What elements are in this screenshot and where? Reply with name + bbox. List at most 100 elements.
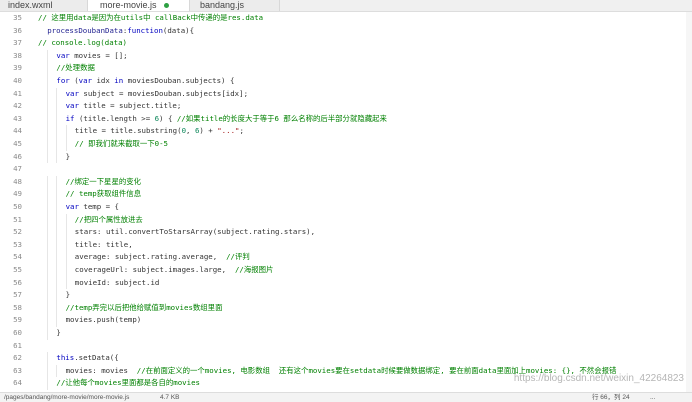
code-text: // temp获取组件信息 bbox=[66, 188, 142, 200]
code-text: //处理数据 bbox=[56, 62, 94, 74]
code-line[interactable]: 52 stars: util.convertToStarsArray(subjec… bbox=[0, 226, 692, 239]
line-number: 51 bbox=[13, 214, 22, 224]
indent-guide bbox=[56, 201, 58, 214]
code-text: // 这里用data是因为在utils中 callBack中传递的是res.da… bbox=[38, 12, 263, 24]
line-number: 36 bbox=[13, 25, 22, 35]
line-number: 45 bbox=[13, 139, 22, 148]
code-line[interactable]: 46} bbox=[0, 150, 692, 164]
code-token: coverageUrl: subject.images.large, bbox=[74, 265, 235, 274]
code-line[interactable]: 58 //temp弄完以后把他给赋值到movies数组里面 bbox=[0, 301, 692, 315]
code-editor[interactable]: 35 // 这里用data是因为在utils中 callBack中传递的是res.… bbox=[0, 12, 692, 392]
code-line[interactable]: 57} bbox=[0, 289, 692, 302]
code-line[interactable]: 47 bbox=[0, 163, 692, 175]
code-token: } bbox=[65, 290, 71, 300]
code-line[interactable]: 54 average: subject.rating.average, //评判 bbox=[0, 251, 692, 264]
code-token: title = subject.title; bbox=[78, 101, 182, 111]
line-number: 38 bbox=[13, 50, 22, 60]
code-line[interactable]: 61 bbox=[0, 340, 692, 352]
line-number: 35 bbox=[13, 13, 22, 22]
code-token: processDoubanData bbox=[47, 25, 123, 35]
tab-label: more-movie.js bbox=[100, 0, 157, 10]
code-line[interactable]: 48 //绑定一下星星的变化 bbox=[0, 175, 692, 189]
indent-guide bbox=[56, 276, 58, 290]
indent-guide bbox=[65, 213, 67, 227]
indent-guide bbox=[47, 264, 49, 277]
line-number: 57 bbox=[13, 290, 22, 300]
code-text: coverageUrl: subject.images.large, //海报图… bbox=[75, 264, 274, 276]
code-text: // console.log(data) bbox=[38, 37, 127, 49]
code-text: } bbox=[56, 327, 60, 339]
code-token: movies.push(temp) bbox=[65, 315, 142, 325]
code-token: title: title, bbox=[74, 239, 133, 249]
code-line[interactable]: 53 title: title, bbox=[0, 238, 692, 252]
line-number: 58 bbox=[13, 302, 22, 312]
indent-guide bbox=[47, 188, 49, 201]
code-line[interactable]: 37 // console.log(data) bbox=[0, 37, 692, 49]
indent-guide bbox=[56, 226, 58, 239]
indent-guide bbox=[65, 251, 67, 264]
tab-bandang-js[interactable]: bandang.js bbox=[190, 0, 280, 11]
code-text: for (var idx in moviesDouban.subjects) { bbox=[56, 75, 234, 87]
code-token: if bbox=[65, 113, 75, 123]
indent-guide bbox=[56, 125, 58, 138]
indent-guide bbox=[65, 264, 67, 277]
line-number: 59 bbox=[13, 315, 22, 325]
indent-guide bbox=[47, 377, 49, 390]
indent-guide bbox=[47, 251, 49, 264]
code-text: processDoubanData:function(data){ bbox=[47, 25, 194, 37]
code-line[interactable]: 36 processDoubanData:function(data){ bbox=[0, 25, 692, 37]
line-number: 46 bbox=[13, 151, 22, 161]
code-token: var bbox=[65, 88, 79, 98]
code-line[interactable]: 40 for (var idx in moviesDouban.subjects)… bbox=[0, 75, 692, 88]
code-text: //让他每个movies里面都是各自的movies bbox=[56, 377, 200, 389]
code-token: movieId: subject.id bbox=[74, 277, 160, 287]
indent-guide bbox=[47, 49, 49, 63]
vertical-scrollbar[interactable] bbox=[686, 12, 692, 392]
code-line[interactable]: 51 //把四个属性放进去 bbox=[0, 213, 692, 227]
code-text: var title = subject.title; bbox=[66, 100, 182, 112]
line-number: 54 bbox=[13, 252, 22, 262]
code-token: (title.length >= bbox=[74, 113, 155, 123]
code-token: idx bbox=[92, 76, 115, 85]
code-line[interactable]: 44 title = title.substring(0, 6) + "..."; bbox=[0, 125, 692, 138]
indent-guide bbox=[56, 175, 58, 189]
code-line[interactable]: 43 if (title.length >= 6) { //如果title的长度大… bbox=[0, 112, 692, 126]
code-line[interactable]: 49 // temp获取组件信息 bbox=[0, 188, 692, 201]
line-number: 41 bbox=[13, 88, 22, 98]
code-token: var bbox=[65, 101, 79, 111]
code-line[interactable]: 62 this.setData({ bbox=[0, 352, 692, 365]
code-text: var temp = { bbox=[66, 201, 119, 213]
code-line[interactable]: 56 movieId: subject.id bbox=[0, 276, 692, 290]
code-token: } bbox=[65, 151, 71, 161]
code-line[interactable]: 38 var movies = []; bbox=[0, 49, 692, 63]
indent-guide bbox=[47, 75, 49, 88]
indent-guide bbox=[47, 175, 49, 189]
code-line[interactable]: 55 coverageUrl: subject.images.large, //海… bbox=[0, 264, 692, 277]
line-number: 64 bbox=[13, 378, 22, 388]
code-line[interactable]: 41 var subject = moviesDouban.subjects[id… bbox=[0, 87, 692, 101]
code-text: var movies = []; bbox=[56, 50, 127, 62]
code-token: this bbox=[56, 353, 75, 363]
indent-guide bbox=[47, 226, 49, 239]
indent-guide bbox=[56, 238, 58, 252]
code-text: movieId: subject.id bbox=[75, 277, 160, 289]
code-line[interactable]: 60} bbox=[0, 327, 692, 340]
code-token: moviesDouban.subjects) { bbox=[123, 76, 235, 85]
tab-more-movie-js[interactable]: more-movie.js bbox=[88, 0, 190, 11]
code-token: //如果title的长度大于等于6 那么名称的后半部分就隐藏起来 bbox=[176, 113, 387, 123]
code-line[interactable]: 50 var temp = { bbox=[0, 201, 692, 214]
code-line[interactable]: 39 //处理数据 bbox=[0, 62, 692, 75]
line-number: 60 bbox=[13, 328, 22, 337]
line-number: 39 bbox=[13, 63, 22, 73]
tab-index-wxml[interactable]: index.wxml bbox=[0, 0, 88, 11]
indent-guide bbox=[47, 112, 49, 126]
code-line[interactable]: 35 // 这里用data是因为在utils中 callBack中传递的是res.… bbox=[0, 12, 692, 24]
indent-guide bbox=[47, 87, 49, 101]
code-line[interactable]: 45 // 即我们就来截取一下0-5 bbox=[0, 138, 692, 151]
code-line[interactable]: 59 movies.push(temp) bbox=[0, 314, 692, 327]
code-text: title = title.substring(0, 6) + "..."; bbox=[75, 125, 244, 137]
code-line[interactable]: 42 var title = subject.title; bbox=[0, 100, 692, 113]
line-number: 50 bbox=[13, 202, 22, 211]
indent-guide bbox=[56, 188, 58, 201]
indent-guide bbox=[56, 100, 58, 113]
